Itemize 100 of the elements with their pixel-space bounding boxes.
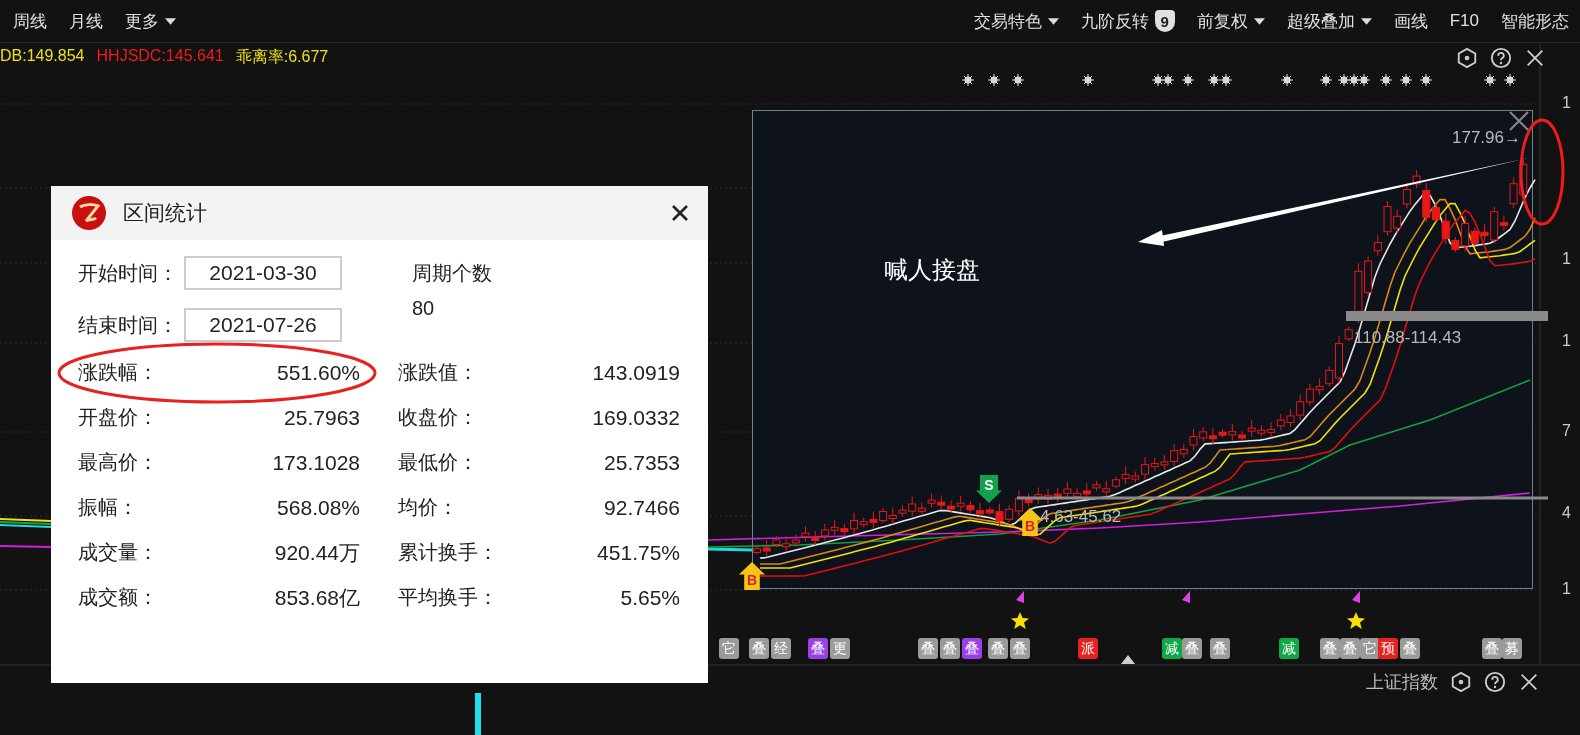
stat-label: 收盘价： — [398, 405, 478, 430]
candlestick — [917, 501, 926, 516]
triangle-marker-icon[interactable] — [1121, 655, 1135, 664]
settings-icon[interactable] — [1456, 47, 1478, 69]
flag-icon — [1352, 591, 1360, 603]
candlestick — [791, 533, 800, 548]
event-tag[interactable]: 预 — [1378, 638, 1398, 659]
candlestick — [1063, 481, 1072, 499]
toolbar-item[interactable]: 更多 — [114, 9, 187, 33]
candlestick — [1005, 504, 1014, 523]
event-tag[interactable]: 叠 — [1400, 638, 1420, 659]
price-label: 177.96→ — [1452, 128, 1521, 148]
event-tag[interactable]: 募 — [1502, 638, 1522, 659]
help-icon[interactable] — [1490, 47, 1512, 69]
candlestick — [830, 519, 839, 536]
logo-icon — [71, 195, 107, 231]
stat-label: 开盘价： — [78, 405, 158, 430]
caret-icon — [1253, 17, 1265, 25]
candlestick — [1034, 487, 1043, 505]
burst-icon — [1399, 73, 1413, 87]
stat-value: 568.08% — [277, 495, 360, 520]
candlestick — [1111, 475, 1120, 489]
close-icon[interactable] — [1524, 47, 1546, 69]
stat-label: 最低价： — [398, 450, 478, 475]
caret-icon — [1047, 17, 1059, 25]
shield-badge: 9 — [1154, 10, 1175, 32]
event-tag[interactable]: 更 — [830, 638, 850, 659]
close-icon[interactable] — [670, 203, 690, 223]
toolbar-item[interactable]: F10 — [1438, 11, 1490, 31]
dialog-title: 区间统计 — [123, 200, 208, 226]
event-tag[interactable]: 经 — [771, 638, 791, 659]
burst-icon — [1419, 73, 1433, 87]
stat-value: 551.60% — [277, 360, 360, 385]
event-tag[interactable]: 叠 — [988, 638, 1008, 659]
field-label: 结束时间： — [78, 312, 178, 338]
flag-icon — [1016, 591, 1024, 603]
burst-icon — [1379, 73, 1393, 87]
close-icon[interactable] — [1518, 671, 1540, 693]
field-label: 开始时间： — [78, 260, 178, 286]
stat-label: 平均换手： — [398, 585, 498, 610]
burst-icon — [1207, 73, 1221, 87]
help-icon[interactable] — [1484, 671, 1506, 693]
toolbar-item[interactable]: 九阶反转 9 — [1069, 9, 1186, 33]
event-tag[interactable]: 叠 — [1210, 638, 1230, 659]
start-date-field[interactable]: 2021-03-30 — [184, 256, 342, 290]
candlestick — [782, 535, 791, 553]
stat-value: 143.0919 — [592, 360, 680, 385]
flag-icon — [1182, 591, 1190, 603]
toolbar-item[interactable]: 画线 — [1382, 9, 1439, 33]
candlestick — [888, 507, 897, 525]
stat-label: 涨跌值： — [398, 360, 478, 385]
stat-label: 成交量： — [78, 540, 158, 565]
toolbar-item[interactable]: 周线 — [2, 9, 58, 33]
event-tag[interactable]: 它 — [1360, 638, 1380, 659]
stat-value: 5.65% — [620, 585, 680, 610]
burst-icon — [1081, 73, 1095, 87]
stat-value: 25.7353 — [604, 450, 680, 475]
candlestick — [820, 523, 829, 541]
event-tag[interactable]: 叠 — [1482, 638, 1502, 659]
event-tag[interactable]: 叠 — [918, 638, 938, 659]
event-tag[interactable]: 减 — [1279, 638, 1299, 659]
toolbar-item[interactable]: 前复权 — [1185, 9, 1276, 33]
toolbar-item[interactable]: 交易特色 — [962, 9, 1070, 33]
event-tag[interactable]: 叠 — [1182, 638, 1202, 659]
candlestick — [1393, 208, 1402, 234]
candlestick — [1315, 378, 1324, 396]
candlestick — [879, 507, 888, 524]
candlestick — [801, 525, 810, 543]
event-tag[interactable]: 减 — [1162, 638, 1182, 659]
axis-label: 1 — [1562, 332, 1571, 350]
candlestick — [811, 530, 820, 546]
event-tag[interactable]: 派 — [1078, 638, 1098, 659]
end-date-field[interactable]: 2021-07-26 — [184, 308, 342, 342]
caret-icon — [165, 17, 176, 25]
toolbar-item[interactable]: 智能形态 — [1490, 9, 1580, 33]
event-tag[interactable]: 叠 — [1340, 638, 1360, 659]
event-tag[interactable]: 叠 — [749, 638, 769, 659]
period-count: 80 — [412, 297, 436, 320]
left-price-lines — [0, 518, 52, 548]
burst-icon — [1337, 73, 1351, 87]
burst-icon — [961, 73, 975, 87]
event-tag[interactable]: 叠 — [1320, 638, 1340, 659]
axis-label: 4 — [1562, 504, 1571, 522]
event-tag[interactable]: 叠 — [808, 638, 828, 659]
settings-icon[interactable] — [1450, 671, 1472, 693]
star-icon — [1347, 612, 1365, 629]
toolbar-item[interactable]: 超级叠加 — [1275, 9, 1383, 33]
candlestick — [956, 495, 965, 512]
axis-label: 1 — [1562, 250, 1571, 268]
axis-label: 1 — [1562, 580, 1571, 598]
event-tag[interactable]: 叠 — [1010, 638, 1030, 659]
stat-label: 涨跌幅： — [78, 360, 158, 385]
candlestick — [1257, 424, 1266, 438]
event-tag[interactable]: 叠 — [940, 638, 960, 659]
event-tag[interactable]: 叠 — [962, 638, 982, 659]
toolbar-item[interactable]: 月线 — [58, 9, 114, 33]
candlestick — [1267, 421, 1276, 438]
candlestick — [966, 500, 975, 514]
candlestick — [1296, 394, 1305, 421]
event-tag[interactable]: 它 — [719, 638, 739, 659]
